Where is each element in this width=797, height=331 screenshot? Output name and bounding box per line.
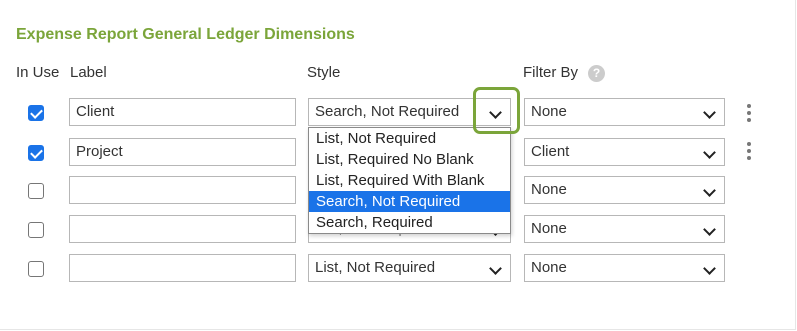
in-use-checkbox[interactable] (28, 261, 44, 277)
in-use-checkbox[interactable] (28, 222, 44, 238)
filter-by-value: Client (531, 143, 570, 160)
in-use-header: In Use (16, 64, 60, 81)
filter-by-select[interactable]: Client (524, 138, 725, 166)
filter-by-value: None (531, 103, 567, 120)
label-header: Label (70, 64, 107, 81)
filter-by-value: None (531, 220, 567, 237)
chevron-down-icon (703, 262, 716, 275)
label-input[interactable] (69, 176, 296, 204)
in-use-checkbox[interactable] (28, 145, 44, 161)
filter-by-value: None (531, 181, 567, 198)
filter-by-value: None (531, 259, 567, 276)
filter-by-select[interactable]: None (524, 254, 725, 282)
in-use-checkbox[interactable] (28, 183, 44, 199)
dropdown-option-selected[interactable]: Search, Not Required (309, 191, 510, 212)
label-input[interactable]: Client (69, 98, 296, 126)
label-input[interactable] (69, 215, 296, 243)
filter-by-select[interactable]: None (524, 176, 725, 204)
label-input[interactable]: Project (69, 138, 296, 166)
style-header: Style (307, 64, 341, 81)
filter-by-select[interactable]: None (524, 98, 725, 126)
dropdown-arrow-highlight (473, 87, 520, 134)
kebab-menu-icon[interactable] (747, 142, 751, 160)
style-dropdown-list: List, Not Required List, Required No Bla… (308, 127, 511, 234)
dropdown-option[interactable]: Search, Required (309, 212, 510, 233)
style-select-value: List, Not Required (315, 259, 436, 276)
chevron-down-icon (703, 106, 716, 119)
kebab-menu-icon[interactable] (747, 104, 751, 122)
chevron-down-icon (703, 223, 716, 236)
in-use-checkbox[interactable] (28, 105, 44, 121)
label-input[interactable] (69, 254, 296, 282)
dropdown-option[interactable]: List, Required With Blank (309, 170, 510, 191)
chevron-down-icon (489, 262, 502, 275)
dropdown-option[interactable]: List, Required No Blank (309, 149, 510, 170)
style-select[interactable]: List, Not Required (308, 254, 511, 282)
section-title: Expense Report General Ledger Dimensions (16, 26, 355, 43)
gl-dimensions-panel: Expense Report General Ledger Dimensions… (0, 0, 796, 330)
chevron-down-icon (703, 184, 716, 197)
chevron-down-icon (703, 146, 716, 159)
filter-by-select[interactable]: None (524, 215, 725, 243)
help-icon[interactable]: ? (588, 65, 605, 82)
style-select-value: Search, Not Required (315, 103, 460, 120)
filter-by-header: Filter By (523, 64, 579, 81)
